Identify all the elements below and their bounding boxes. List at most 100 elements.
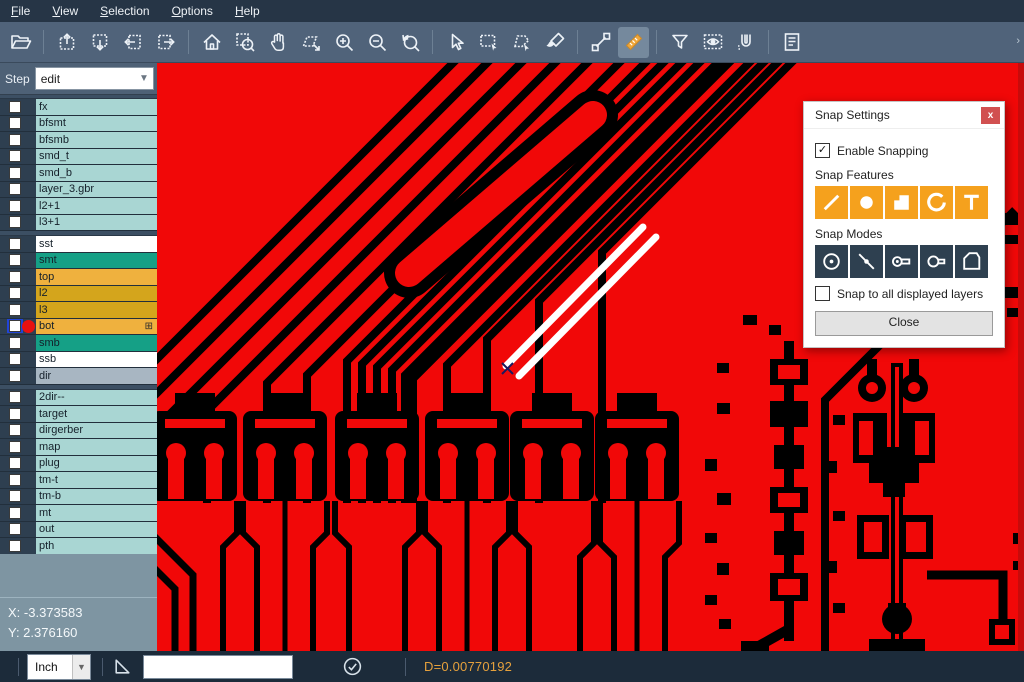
pan-left-icon[interactable] — [117, 27, 148, 58]
snap-pad-trace-icon[interactable] — [885, 245, 918, 278]
measure-input[interactable] — [143, 655, 293, 679]
layer-row-2dir--[interactable]: 2dir-- — [0, 390, 157, 407]
pan-up-icon[interactable] — [51, 27, 82, 58]
layer-row-l2+1[interactable]: l2+1 — [0, 198, 157, 215]
enable-snapping-checkbox[interactable]: ✓ — [815, 143, 830, 158]
layer-name[interactable]: pth — [36, 538, 157, 554]
layer-row-smb[interactable]: smb — [0, 335, 157, 352]
layer-visibility-checkbox[interactable] — [9, 457, 21, 469]
report-list-icon[interactable] — [776, 27, 807, 58]
menu-selection[interactable]: Selection — [89, 4, 160, 18]
layer-name[interactable]: mt — [36, 505, 157, 521]
zoom-area-icon[interactable] — [229, 27, 260, 58]
layer-row-layer_3.gbr[interactable]: layer_3.gbr — [0, 182, 157, 199]
menu-help[interactable]: Help — [224, 4, 271, 18]
layer-visibility-checkbox[interactable] — [9, 238, 21, 250]
dialog-close-icon[interactable]: x — [981, 107, 1000, 124]
cursor-select-icon[interactable] — [440, 27, 471, 58]
layer-name[interactable]: 2dir-- — [36, 390, 157, 406]
layer-name[interactable]: smt — [36, 253, 157, 269]
unit-dropdown[interactable]: Inch ▼ — [27, 654, 91, 680]
ruler-icon[interactable] — [618, 27, 649, 58]
snap-magnet-icon[interactable] — [730, 27, 761, 58]
snap-pad-outline-icon[interactable] — [920, 245, 953, 278]
snap-midpoint-icon[interactable] — [850, 245, 883, 278]
layer-visibility-checkbox[interactable] — [9, 337, 21, 349]
rect-select-icon[interactable] — [473, 27, 504, 58]
menu-file[interactable]: File — [0, 4, 41, 18]
layer-row-pth[interactable]: pth — [0, 538, 157, 554]
filter-icon[interactable] — [664, 27, 695, 58]
layer-row-l3[interactable]: l3 — [0, 302, 157, 319]
layer-name[interactable]: smd_t — [36, 149, 157, 165]
move-selection-icon[interactable] — [295, 27, 326, 58]
layer-row-out[interactable]: out — [0, 522, 157, 539]
zoom-out-icon[interactable] — [361, 27, 392, 58]
layer-visibility-checkbox[interactable] — [9, 490, 21, 502]
layer-visibility-checkbox[interactable] — [9, 134, 21, 146]
layer-name[interactable]: smb — [36, 335, 157, 351]
snap-text-icon[interactable] — [955, 186, 988, 219]
layer-visibility-checkbox[interactable] — [9, 101, 21, 113]
layer-name[interactable]: map — [36, 439, 157, 455]
zoom-previous-icon[interactable] — [394, 27, 425, 58]
menu-options[interactable]: Options — [161, 4, 224, 18]
snap-circle-icon[interactable] — [850, 186, 883, 219]
view-options-icon[interactable] — [697, 27, 728, 58]
layer-row-smd_t[interactable]: smd_t — [0, 149, 157, 166]
layer-visibility-checkbox[interactable] — [9, 523, 21, 535]
angle-measure-icon[interactable] — [112, 656, 133, 677]
layer-row-target[interactable]: target — [0, 406, 157, 423]
layer-name[interactable]: bfsmb — [36, 132, 157, 148]
home-icon[interactable] — [196, 27, 227, 58]
layer-name[interactable]: tm-b — [36, 489, 157, 505]
zoom-in-icon[interactable] — [328, 27, 359, 58]
step-dropdown[interactable]: edit ▼ — [35, 67, 154, 90]
layer-row-map[interactable]: map — [0, 439, 157, 456]
layer-name[interactable]: target — [36, 406, 157, 422]
layer-visibility-checkbox[interactable] — [9, 408, 21, 420]
snap-surface-icon[interactable] — [885, 186, 918, 219]
layer-row-bfsmt[interactable]: bfsmt — [0, 116, 157, 133]
layer-name[interactable]: ssb — [36, 352, 157, 368]
layer-row-sst[interactable]: sst — [0, 236, 157, 253]
polygon-select-icon[interactable] — [506, 27, 537, 58]
layer-name[interactable]: bfsmt — [36, 116, 157, 132]
layer-row-l3+1[interactable]: l3+1 — [0, 215, 157, 232]
layer-row-tm-t[interactable]: tm-t — [0, 472, 157, 489]
layer-name[interactable]: fx — [36, 99, 157, 115]
layer-name[interactable]: l2 — [36, 286, 157, 302]
open-folder-icon[interactable] — [5, 27, 36, 58]
layer-visibility-checkbox[interactable] — [9, 200, 21, 212]
layer-visibility-checkbox[interactable] — [9, 320, 21, 332]
layer-visibility-checkbox[interactable] — [9, 167, 21, 179]
layer-name[interactable]: dirgerber — [36, 423, 157, 439]
layer-name[interactable]: plug — [36, 456, 157, 472]
layer-name[interactable]: l3+1 — [36, 215, 157, 231]
layer-row-fx[interactable]: fx — [0, 99, 157, 116]
layer-visibility-checkbox[interactable] — [9, 304, 21, 316]
layer-visibility-checkbox[interactable] — [9, 507, 21, 519]
hand-pan-icon[interactable] — [262, 27, 293, 58]
snap-all-layers-checkbox[interactable] — [815, 286, 830, 301]
layer-visibility-checkbox[interactable] — [9, 353, 21, 365]
layer-row-l2[interactable]: l2 — [0, 286, 157, 303]
layer-row-bfsmb[interactable]: bfsmb — [0, 132, 157, 149]
layer-name[interactable]: sst — [36, 236, 157, 252]
circle-check-icon[interactable] — [342, 656, 363, 677]
layer-visibility-checkbox[interactable] — [9, 474, 21, 486]
snap-arc-icon[interactable] — [920, 186, 953, 219]
layer-name[interactable]: dir — [36, 368, 157, 384]
layer-visibility-checkbox[interactable] — [9, 287, 21, 299]
snap-region-icon[interactable] — [955, 245, 988, 278]
toolbar-overflow-chevron[interactable]: › — [1016, 35, 1020, 47]
layer-row-bot[interactable]: bot⊞ — [0, 319, 157, 336]
brush-select-icon[interactable] — [539, 27, 570, 58]
layer-name[interactable]: out — [36, 522, 157, 538]
pan-down-icon[interactable] — [84, 27, 115, 58]
layer-visibility-checkbox[interactable] — [9, 150, 21, 162]
layer-row-dirgerber[interactable]: dirgerber — [0, 423, 157, 440]
layer-name[interactable]: l2+1 — [36, 198, 157, 214]
layer-visibility-checkbox[interactable] — [9, 540, 21, 552]
layer-name[interactable]: layer_3.gbr — [36, 182, 157, 198]
